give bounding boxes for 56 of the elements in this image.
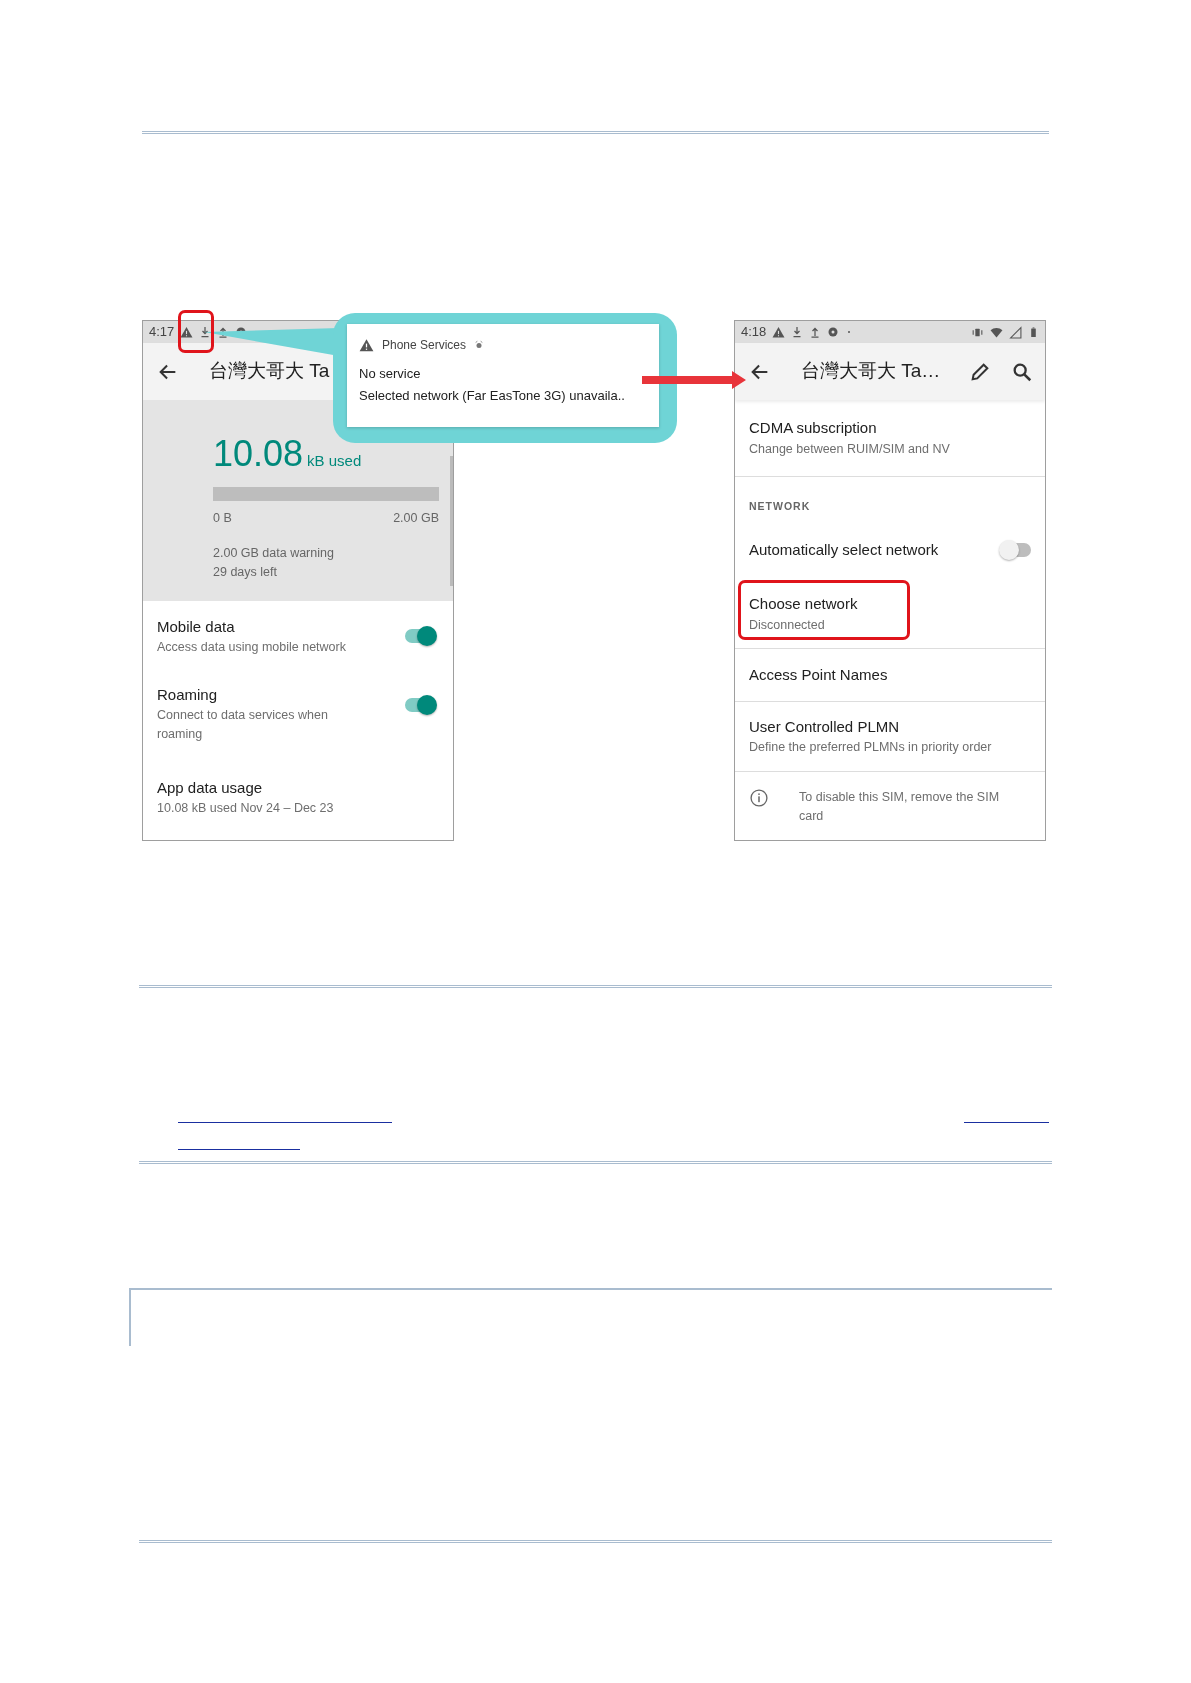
settings-item[interactable]: App data usage 10.08 kB used Nov 24 – Dec 23	[143, 754, 453, 840]
toggle-switch[interactable]	[405, 629, 435, 644]
settings-item[interactable]: Mobile data Access data using mobile network	[143, 601, 453, 672]
warning-icon	[772, 325, 786, 339]
status-time: 4:18	[741, 323, 767, 342]
days-left: 29 days left	[213, 563, 278, 581]
upload-icon	[809, 326, 822, 338]
setting-summary: Disconnected	[749, 616, 826, 634]
info-icon	[749, 788, 769, 808]
aperture-icon	[827, 326, 840, 338]
status-time: 4:17	[149, 323, 175, 342]
edit-icon[interactable]	[969, 360, 991, 383]
download-icon	[791, 326, 804, 338]
settings-item[interactable]: Access Point Names	[735, 649, 1045, 702]
usage-unit: kB used	[307, 452, 362, 469]
setting-title: Access Point Names	[749, 664, 889, 685]
setting-title: Automatically select network	[749, 539, 940, 560]
notification-title: No service	[359, 365, 422, 383]
app-bar-title: 台灣大哥大 Ta	[209, 359, 330, 384]
setting-title: User Controlled PLMN	[749, 716, 901, 737]
highlight-frame	[178, 310, 214, 353]
data-warning: 2.00 GB data warning	[213, 544, 335, 562]
setting-title: App data usage	[157, 777, 264, 798]
alarm-icon	[474, 340, 485, 350]
app-bar-title: 台灣大哥大 Ta…	[801, 359, 941, 384]
setting-title: Roaming	[157, 684, 219, 705]
setting-title: Mobile data	[157, 616, 236, 637]
notification-app: Phone Services	[382, 337, 467, 354]
setting-title: Choose network	[749, 594, 859, 614]
upload-icon	[217, 326, 230, 338]
settings-item[interactable]: CDMA subscription Change between RUIM/SIM and NV	[735, 400, 1045, 477]
notification-text: Selected network (Far EasTone 3G) unavaila..	[359, 386, 626, 405]
setting-summary: 10.08 kB used Nov 24 – Dec 23	[157, 800, 335, 818]
toggle-switch[interactable]	[1001, 543, 1031, 557]
range-min: 0 B	[213, 510, 232, 527]
settings-item[interactable]: Automatically select network	[735, 521, 1045, 579]
warning-icon	[180, 325, 194, 339]
signal-icon	[1009, 325, 1022, 339]
settings-item[interactable]: Roaming Connect to data services when roaming	[143, 671, 453, 755]
setting-summary: Connect to data services when roaming	[157, 707, 329, 743]
download-icon	[199, 326, 212, 338]
section-header: NETWORK	[749, 499, 811, 515]
wifi-icon	[990, 325, 1003, 339]
range-max: 2.00 GB	[393, 510, 439, 527]
setting-summary: Define the preferred PLMNs in priority order	[749, 739, 993, 757]
warning-icon	[359, 337, 374, 353]
toggle-switch[interactable]	[405, 697, 435, 712]
settings-item[interactable]: User Controlled PLMN Define the preferred PLMNs in priority order	[735, 702, 1045, 772]
battery-icon	[1028, 325, 1039, 339]
setting-title: CDMA subscription	[749, 418, 878, 439]
settings-item[interactable]: Choose network Disconnected	[735, 579, 1045, 649]
info-text: To disable this SIM, remove the SIM card	[799, 789, 1001, 825]
setting-summary: Access data using mobile network	[157, 639, 347, 657]
setting-summary: Change between RUIM/SIM and NV	[749, 440, 951, 458]
scrollbar[interactable]	[450, 456, 453, 586]
usage-amount: 10.08	[213, 433, 304, 474]
